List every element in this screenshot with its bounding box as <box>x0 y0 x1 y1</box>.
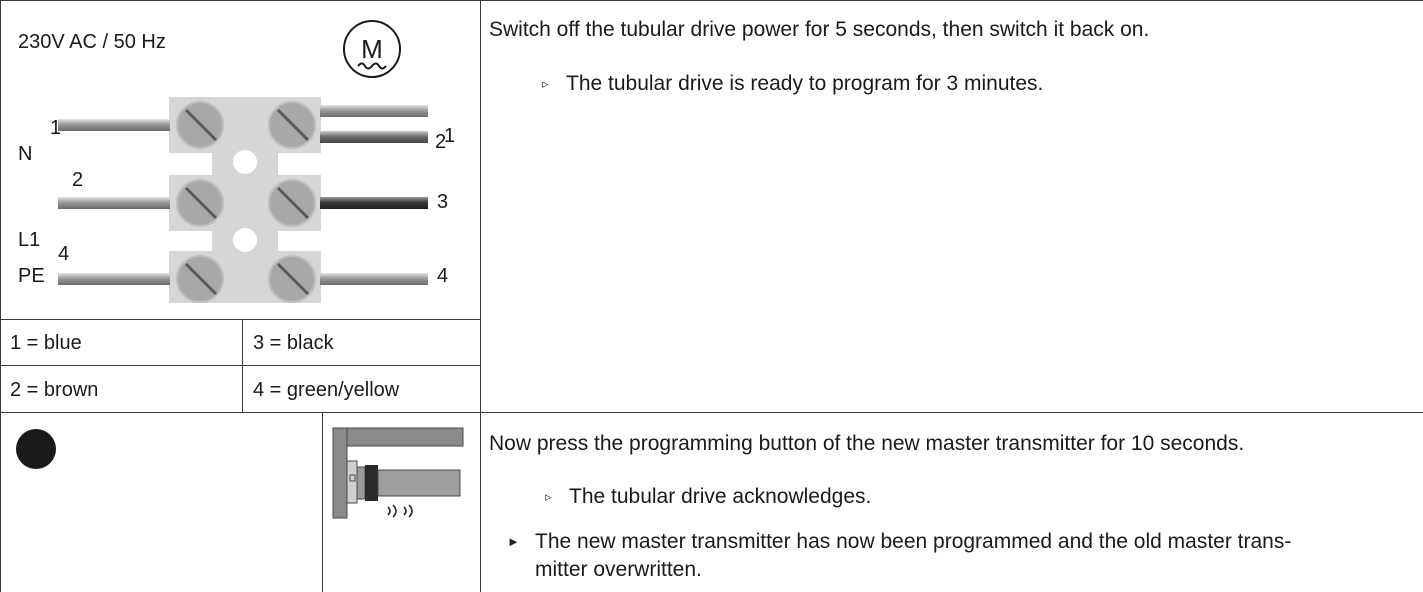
instruction-table: 230V AC / 50 Hz N L1 PE 1 2 4 1 2 3 4 M … <box>0 0 1423 592</box>
terminal-hole-2 <box>233 228 257 252</box>
legend-green-yellow: 4 = green/yellow <box>253 379 400 401</box>
result-marker-icon: ▹ <box>542 76 549 92</box>
wire-3-out <box>320 197 428 209</box>
step2-image-divider <box>322 412 323 592</box>
wire-4-out <box>320 273 428 285</box>
step2-final-result: ► The new master transmitter has now bee… <box>507 528 1417 588</box>
legend-brown: 2 = brown <box>10 379 99 401</box>
wire-1-out <box>320 105 428 117</box>
step2-final-text: The new master transmitter has now been … <box>535 528 1415 584</box>
step2-instruction: Now press the programming button of the … <box>489 432 1245 455</box>
terminal-hole-1 <box>233 150 257 174</box>
motor-symbol-icon: M <box>343 20 401 78</box>
legend-blue: 1 = blue <box>10 332 82 354</box>
result-marker-icon: ▹ <box>545 489 552 505</box>
legend-column-divider <box>242 319 243 412</box>
wire-n-in <box>58 119 170 131</box>
step-dot-icon <box>16 429 56 469</box>
tubular-drive-icon <box>332 427 464 519</box>
step2-final-line2: mitter overwritten. <box>535 558 702 581</box>
wiring-diagram: M <box>58 20 428 303</box>
step-separator-line <box>0 412 1423 413</box>
step1-result: ▹ The tubular drive is ready to program f… <box>542 70 1043 98</box>
final-marker-icon: ► <box>507 534 520 549</box>
legend-black: 3 = black <box>253 332 334 354</box>
step2-result: ▹ The tubular drive acknowledges. <box>545 483 871 511</box>
motor-symbol-text: M <box>361 34 383 64</box>
step1-result-text: The tubular drive is ready to program fo… <box>566 72 1044 95</box>
legend-row-line <box>0 365 481 366</box>
diagram-bottom-line <box>0 319 481 320</box>
wire-2-out <box>320 131 428 143</box>
step1-instruction: Switch off the tubular drive power for 5… <box>489 18 1150 41</box>
step2-final-line1: The new master transmitter has now been … <box>535 530 1292 553</box>
wire-l1-in <box>58 197 170 209</box>
wire-pe-in <box>58 273 170 285</box>
step2-result-text: The tubular drive acknowledges. <box>569 485 872 508</box>
